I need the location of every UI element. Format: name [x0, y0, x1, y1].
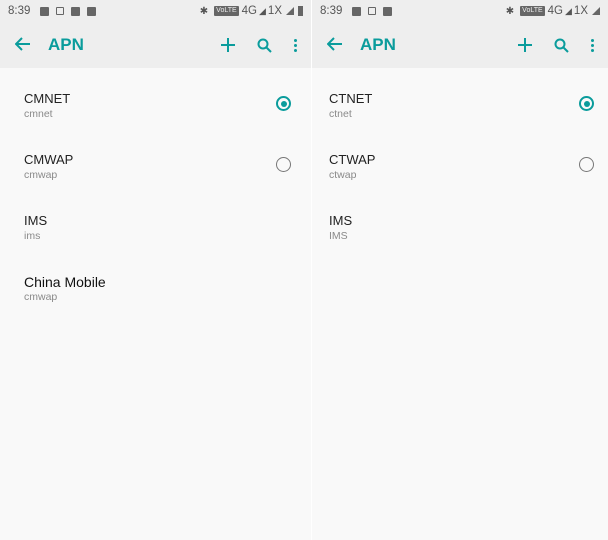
sim-notification-icon: [352, 6, 362, 16]
apn-list: CTNET ctnet CTWAP ctwap IMS IMS: [312, 68, 608, 251]
apn-value: cmwap: [24, 291, 58, 303]
apn-radio-selected[interactable]: [276, 96, 291, 111]
apn-name: CTNET: [329, 91, 373, 106]
status-time: 8:39: [8, 5, 31, 17]
plus-icon[interactable]: [221, 38, 235, 52]
apn-name: CMNET: [24, 91, 71, 106]
sim-notification-icon: [71, 6, 81, 16]
notification-icons: [352, 6, 393, 16]
page-title: APN: [48, 35, 84, 54]
apn-list: CMNET cmnet CMWAP cmwap IMS ims China Mo…: [0, 68, 311, 312]
list-item[interactable]: CTNET ctnet: [312, 68, 608, 129]
left-phone-screen: 8:39 ✱ VoLTE 4G ◢ 1X APN CMNET cmnet CMW…: [0, 0, 311, 540]
status-right: ✱ VoLTE 4G ◢ 1X: [506, 5, 600, 17]
volte-icon: VoLTE: [520, 6, 545, 16]
network-type: 4G: [547, 5, 563, 17]
app-bar-actions: [518, 38, 608, 53]
list-item[interactable]: IMS IMS: [312, 190, 608, 251]
status-bar: 8:39 ✱ VoLTE 4G ◢ 1X: [312, 0, 608, 22]
list-item[interactable]: CMNET cmnet: [0, 68, 311, 129]
status-time: 8:39: [320, 5, 343, 17]
calendar-notification-icon: [56, 7, 65, 15]
apn-value: cmnet: [24, 108, 53, 120]
list-item[interactable]: CMWAP cmwap: [0, 129, 311, 190]
network-type-2: 1X: [573, 5, 588, 17]
calendar-notification-icon: [368, 7, 377, 15]
apn-name: CTWAP: [329, 152, 376, 167]
apn-name: CMWAP: [24, 152, 74, 167]
signal-strength-icon: [286, 7, 294, 15]
list-item[interactable]: CTWAP ctwap: [312, 129, 608, 190]
app-bar: APN: [312, 22, 608, 68]
apn-name: China Mobile: [24, 274, 106, 290]
search-icon[interactable]: [257, 38, 272, 53]
sim2-notification-icon: [383, 6, 393, 16]
apn-name: IMS: [24, 213, 48, 228]
apn-value: cmwap: [24, 169, 58, 181]
apn-value: IMS: [329, 230, 348, 242]
network-type: 4G: [241, 5, 257, 17]
signal-icon: ◢: [565, 5, 572, 16]
apn-radio[interactable]: [276, 157, 291, 172]
apn-radio[interactable]: [579, 157, 594, 172]
app-bar: APN: [0, 22, 311, 68]
apn-name: IMS: [329, 213, 353, 228]
sim2-notification-icon: [87, 6, 97, 16]
list-item[interactable]: IMS ims: [0, 190, 311, 251]
apn-value: ims: [24, 230, 41, 242]
search-icon[interactable]: [554, 38, 569, 53]
apn-value: ctnet: [329, 108, 352, 120]
status-right: ✱ VoLTE 4G ◢ 1X: [200, 5, 303, 17]
more-vert-icon[interactable]: [294, 38, 297, 52]
signal-icon: ◢: [259, 5, 266, 16]
screens-container: 8:39 ✱ VoLTE 4G ◢ 1X APN CMNET cmnet CMW…: [0, 0, 608, 540]
signal-strength-icon: [592, 7, 600, 15]
network-type-2: 1X: [267, 5, 282, 17]
page-title: APN: [360, 35, 396, 54]
app-bar-actions: [221, 38, 311, 53]
image-notification-icon: [40, 6, 50, 16]
battery-icon: [298, 6, 303, 16]
apn-value: ctwap: [329, 169, 357, 181]
volte-icon: VoLTE: [214, 6, 239, 16]
right-phone-screen: 8:39 ✱ VoLTE 4G ◢ 1X APN CTNET ctnet CTW…: [312, 0, 608, 540]
bluetooth-icon: ✱: [505, 5, 515, 17]
back-arrow-icon[interactable]: [0, 34, 46, 57]
plus-icon[interactable]: [518, 38, 532, 52]
back-arrow-icon[interactable]: [312, 34, 358, 57]
apn-radio-selected[interactable]: [579, 96, 594, 111]
bluetooth-icon: ✱: [199, 5, 209, 17]
more-vert-icon[interactable]: [591, 38, 594, 52]
list-item[interactable]: China Mobile cmwap: [0, 251, 311, 312]
notification-icons: [40, 6, 97, 16]
status-bar: 8:39 ✱ VoLTE 4G ◢ 1X: [0, 0, 311, 22]
